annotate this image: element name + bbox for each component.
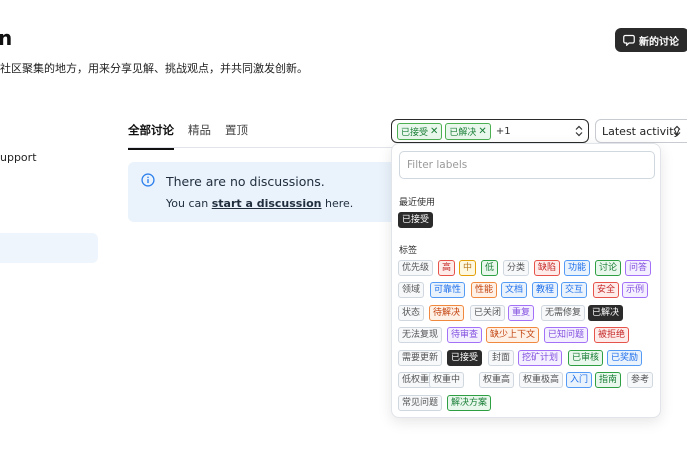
label-chip[interactable]: 可靠性 [430, 282, 466, 298]
tabs-divider [128, 147, 392, 148]
tab-all[interactable]: 全部讨论 [128, 122, 174, 150]
chat-bubble-icon [623, 34, 635, 46]
label-chip[interactable]: 问答 [625, 260, 652, 276]
label-chip[interactable]: 无法复现 [398, 327, 443, 343]
label-chip[interactable]: 重复 [508, 305, 535, 321]
sort-select[interactable]: Latest activity [595, 119, 687, 143]
label-chip[interactable]: 教程 [532, 282, 559, 298]
selected-label-chip[interactable]: 已解决 ✕ [445, 122, 491, 140]
label-chip[interactable]: 已知问题 [544, 327, 589, 343]
recent-label-chip[interactable]: 已接受 [398, 212, 434, 228]
label-chip[interactable]: 封面 [488, 350, 515, 366]
label-filter-select[interactable]: 已接受 ✕ 已解决 ✕ +1 [391, 119, 589, 143]
label-chip[interactable]: 待审查 [447, 327, 483, 343]
label-chip[interactable]: 交互 [561, 282, 588, 298]
label-chip[interactable]: 高 [438, 260, 456, 276]
label-chip[interactable]: 功能 [564, 260, 591, 276]
remove-icon[interactable]: ✕ [430, 126, 438, 137]
label-chip[interactable]: 安全 [593, 282, 620, 298]
label-chip[interactable]: 解决方案 [447, 395, 492, 411]
new-discussion-label: 新的讨论 [639, 36, 679, 48]
label-chip[interactable]: 待解决 [429, 305, 465, 321]
info-icon [141, 173, 155, 187]
label-chip[interactable]: 常见问题 [398, 395, 443, 411]
chevron-updown-icon [673, 125, 681, 137]
start-discussion-link[interactable]: start a discussion [212, 197, 322, 210]
selected-label-chip[interactable]: 已接受 ✕ [397, 122, 443, 140]
label-chip[interactable]: 已解决 [588, 305, 624, 321]
label-chip[interactable]: 参考 [627, 372, 654, 388]
tab-featured[interactable]: 精品 [188, 122, 211, 150]
labels-heading: 标签 [399, 246, 418, 256]
label-chip[interactable]: 领域 [398, 282, 425, 298]
empty-state-text: You can start a discussion here. [166, 197, 354, 210]
label-chip[interactable]: 低权重 [398, 372, 434, 388]
label-chip[interactable]: 已奖励 [607, 350, 643, 366]
discussion-tabs: 全部讨论 精品 置顶 [128, 122, 262, 150]
filter-labels-input[interactable]: Filter labels [399, 151, 655, 179]
sidebar-item-active[interactable] [0, 233, 98, 263]
label-chip[interactable]: 权重高 [479, 372, 515, 388]
label-chip[interactable]: 无需修复 [541, 305, 586, 321]
page-subtitle: 社区聚集的地方，用来分享见解、挑战观点，并共同激发创新。 [0, 62, 308, 75]
label-chip[interactable]: 文档 [501, 282, 528, 298]
label-chip[interactable]: 已关闭 [470, 305, 506, 321]
label-chip[interactable]: 讨论 [595, 260, 622, 276]
remove-icon[interactable]: ✕ [478, 126, 486, 137]
label-chip[interactable]: 挖矿计划 [518, 350, 563, 366]
label-chip[interactable]: 分类 [503, 260, 530, 276]
recent-heading: 最近使用 [399, 198, 436, 208]
label-chip[interactable]: 权重中 [429, 372, 465, 388]
label-chip[interactable]: 指南 [595, 372, 622, 388]
tab-pinned[interactable]: 置顶 [225, 122, 248, 150]
new-discussion-button[interactable]: 新的讨论 [615, 28, 687, 52]
label-chip[interactable]: 被拒绝 [594, 327, 630, 343]
label-chip[interactable]: 已接受 [447, 350, 483, 366]
sort-label: Latest activity [602, 124, 681, 138]
empty-state-title: There are no discussions. [166, 174, 325, 189]
more-count: +1 [495, 125, 511, 137]
label-chip[interactable]: 权重极高 [519, 372, 564, 388]
page-title: n [0, 26, 13, 50]
label-chip[interactable]: 缺少上下文 [486, 327, 540, 343]
label-dropdown: Filter labels 最近使用 已接受 标签 优先级高中低分类 缺陷 功能 讨论… [391, 143, 661, 418]
label-chip[interactable]: 入门 [566, 372, 593, 388]
label-chip[interactable]: 缺陷 [534, 260, 561, 276]
empty-state-box [128, 162, 398, 222]
chevron-updown-icon [575, 125, 583, 137]
label-chip[interactable]: 优先级 [398, 260, 434, 276]
sidebar-item-support[interactable]: upport [0, 151, 37, 164]
label-chip[interactable]: 性能 [471, 282, 498, 298]
label-chip[interactable]: 已审核 [568, 350, 604, 366]
label-chip[interactable]: 低 [481, 260, 499, 276]
label-chip[interactable]: 需要更新 [398, 350, 443, 366]
label-chip[interactable]: 状态 [398, 305, 425, 321]
label-chip[interactable]: 示例 [622, 282, 649, 298]
label-chip[interactable]: 中 [459, 260, 477, 276]
